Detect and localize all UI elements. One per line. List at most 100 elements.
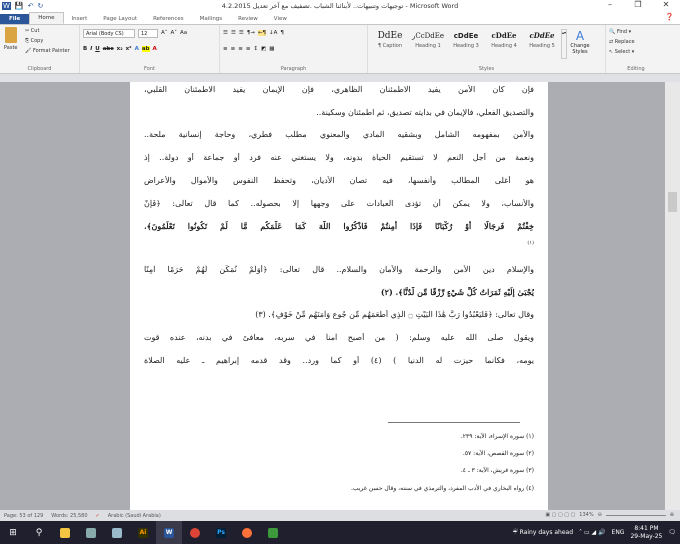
illustrator-icon[interactable]: Ai xyxy=(130,521,156,544)
word-count[interactable]: Words: 25,580 xyxy=(51,513,87,519)
weather-widget[interactable]: ☔ Rainy days ahead xyxy=(512,529,573,536)
tab-page-layout[interactable]: Page Layout xyxy=(95,14,145,24)
style-heading-1[interactable]: ﺭCcDdEe Heading 1 xyxy=(409,29,447,49)
zoom-out-button[interactable]: ⊖ xyxy=(598,512,602,518)
zoom-level[interactable]: 134% xyxy=(579,512,593,518)
sort-icon[interactable]: ↓A xyxy=(269,30,277,36)
start-button[interactable]: ⊞ xyxy=(0,521,26,544)
zoom-slider[interactable] xyxy=(605,514,666,516)
input-language[interactable]: ENG xyxy=(612,529,625,536)
font-name-select[interactable]: Arial (Body CS) xyxy=(83,28,135,38)
save-icon[interactable]: 💾 xyxy=(15,2,24,10)
line-spacing-icon[interactable]: ↕ xyxy=(253,46,258,52)
footnote: (٣) سورة قريش، الآية: ٣ ـ ٤. xyxy=(460,467,534,474)
style-heading-3[interactable]: cDdEe Heading 3 xyxy=(447,29,485,49)
change-styles-button[interactable]: A Change Styles xyxy=(567,29,593,55)
undo-icon[interactable]: ↶ xyxy=(28,2,34,10)
app-icon[interactable] xyxy=(104,521,130,544)
notifications-icon[interactable]: 🗨 xyxy=(668,529,676,536)
select-button[interactable]: ↖ Select ▾ xyxy=(609,47,663,57)
change-styles-label: Change Styles xyxy=(570,43,590,55)
help-icon[interactable]: ❓ xyxy=(665,13,674,21)
rtl-icon[interactable]: ←¶ xyxy=(257,30,267,36)
copy-button[interactable]: ⎘ Copy xyxy=(25,36,70,46)
shading-icon[interactable]: ◩ xyxy=(261,46,266,52)
change-styles-icon: A xyxy=(575,29,585,43)
restore-button[interactable]: ❐ xyxy=(624,0,652,9)
vertical-scrollbar[interactable] xyxy=(665,82,680,510)
multilevel-list-icon[interactable]: ☰ xyxy=(239,30,244,36)
align-left-icon[interactable]: ≡ xyxy=(223,46,228,52)
paste-button[interactable]: Paste xyxy=(4,27,18,53)
page-count[interactable]: Page: 53 of 129 xyxy=(4,513,43,519)
align-right-icon[interactable]: ≡ xyxy=(238,46,243,52)
tray-icons[interactable]: ˄ ▭ ◢ 🔊 xyxy=(579,529,605,536)
photoshop-icon[interactable]: Ps xyxy=(208,521,234,544)
subscript-button[interactable]: x₂ xyxy=(117,46,123,52)
style-heading-5[interactable]: cDdEe Heading 5 xyxy=(523,29,561,49)
clock[interactable]: 8:41 PM 29-May-25 xyxy=(630,525,662,541)
proofing-icon[interactable]: ✓ xyxy=(96,513,100,519)
shrink-font-icon[interactable]: A˅ xyxy=(171,30,178,36)
find-button[interactable]: 🔍 Find ▾ xyxy=(609,27,663,37)
tab-file[interactable]: File xyxy=(0,14,30,24)
doc-line: ويقول صلى الله عليه وسلم: ( من أصبح آمنا… xyxy=(144,333,534,342)
chrome-icon[interactable] xyxy=(182,521,208,544)
tab-home[interactable]: Home xyxy=(29,12,64,24)
app-green-icon[interactable] xyxy=(260,521,286,544)
tab-references[interactable]: References xyxy=(145,14,192,24)
italic-button[interactable]: I xyxy=(90,46,92,52)
style-name: Heading 4 xyxy=(491,43,517,49)
font-size-select[interactable]: 12 xyxy=(138,28,158,38)
search-icon[interactable]: ⚲ xyxy=(26,521,52,544)
title-bar: W 💾 ↶ ↻ 4.2.2015 توجيهات وتنبيهات.. لأبن… xyxy=(0,0,680,12)
scrollbar-thumb[interactable] xyxy=(668,192,677,212)
underline-button[interactable]: U xyxy=(95,46,99,52)
language-indicator[interactable]: Arabic (Saudi Arabia) xyxy=(108,513,161,519)
minimize-button[interactable]: – xyxy=(596,0,624,9)
style-sample: DdEe xyxy=(377,31,403,41)
doc-line: وقال تعالى: ﴿فَلْيَعْبُدُوا رَبَّ هَٰذَا… xyxy=(255,310,534,319)
bullets-icon[interactable]: ☰ xyxy=(223,30,228,36)
text-effects-icon[interactable]: A xyxy=(135,46,139,52)
firefox-icon[interactable] xyxy=(234,521,260,544)
font-color-icon[interactable]: A xyxy=(153,46,157,52)
footnote-separator xyxy=(388,422,520,423)
replace-button[interactable]: ⇄ Replace xyxy=(609,37,663,47)
calculator-icon[interactable] xyxy=(78,521,104,544)
style-name: Heading 1 xyxy=(415,43,441,49)
superscript-button[interactable]: x² xyxy=(126,46,132,52)
justify-icon[interactable]: ≡ xyxy=(246,46,251,52)
ribbon-tabs: File Home Insert Page Layout References … xyxy=(0,12,680,25)
change-case-icon[interactable]: Aa xyxy=(180,30,187,36)
doc-line: ونعمة من أجل النعم لا تستقيم الحياة بدون… xyxy=(144,153,534,162)
window-title: 4.2.2015 توجيهات وتنبيهات.. لأبنائنا الش… xyxy=(221,2,459,10)
tab-review[interactable]: Review xyxy=(230,14,266,24)
tab-mailings[interactable]: Mailings xyxy=(192,14,231,24)
highlight-icon[interactable]: ab xyxy=(141,46,150,52)
align-center-icon[interactable]: ≡ xyxy=(231,46,236,52)
style-name: ¶ Caption xyxy=(377,43,403,49)
bold-button[interactable]: B xyxy=(83,46,87,52)
pilcrow-icon[interactable]: ¶ xyxy=(280,30,284,36)
borders-icon[interactable]: ▦ xyxy=(269,46,274,52)
ltr-icon[interactable]: ¶→ xyxy=(247,30,255,36)
redo-icon[interactable]: ↻ xyxy=(38,2,44,10)
styles-label: Styles xyxy=(478,66,495,72)
strikethrough-button[interactable]: abc xyxy=(103,46,114,52)
style-caption[interactable]: DdEe ¶ Caption xyxy=(371,29,409,49)
tab-view[interactable]: View xyxy=(266,14,295,24)
view-buttons[interactable]: ▣ ▢ ▢ ▢ ▢ xyxy=(545,512,575,518)
tab-insert[interactable]: Insert xyxy=(64,14,96,24)
footnote: (٤) رواه البخاري في الأدب المفرد، والترم… xyxy=(350,485,534,492)
word-taskbar-icon[interactable]: W xyxy=(156,521,182,544)
numbering-icon[interactable]: ☰ xyxy=(231,30,236,36)
style-heading-4[interactable]: cDdEe Heading 4 xyxy=(485,29,523,49)
styles-group: DdEe ¶ Caption ﺭCcDdEe Heading 1 cDdEe Head… xyxy=(368,25,606,73)
zoom-in-button[interactable]: ⊕ xyxy=(670,512,674,518)
file-explorer-icon[interactable] xyxy=(52,521,78,544)
cut-button[interactable]: ✂ Cut xyxy=(25,26,70,36)
grow-font-icon[interactable]: A˄ xyxy=(161,30,168,36)
close-button[interactable]: ✕ xyxy=(652,0,680,9)
format-painter-button[interactable]: 🖌 Format Painter xyxy=(25,46,70,56)
